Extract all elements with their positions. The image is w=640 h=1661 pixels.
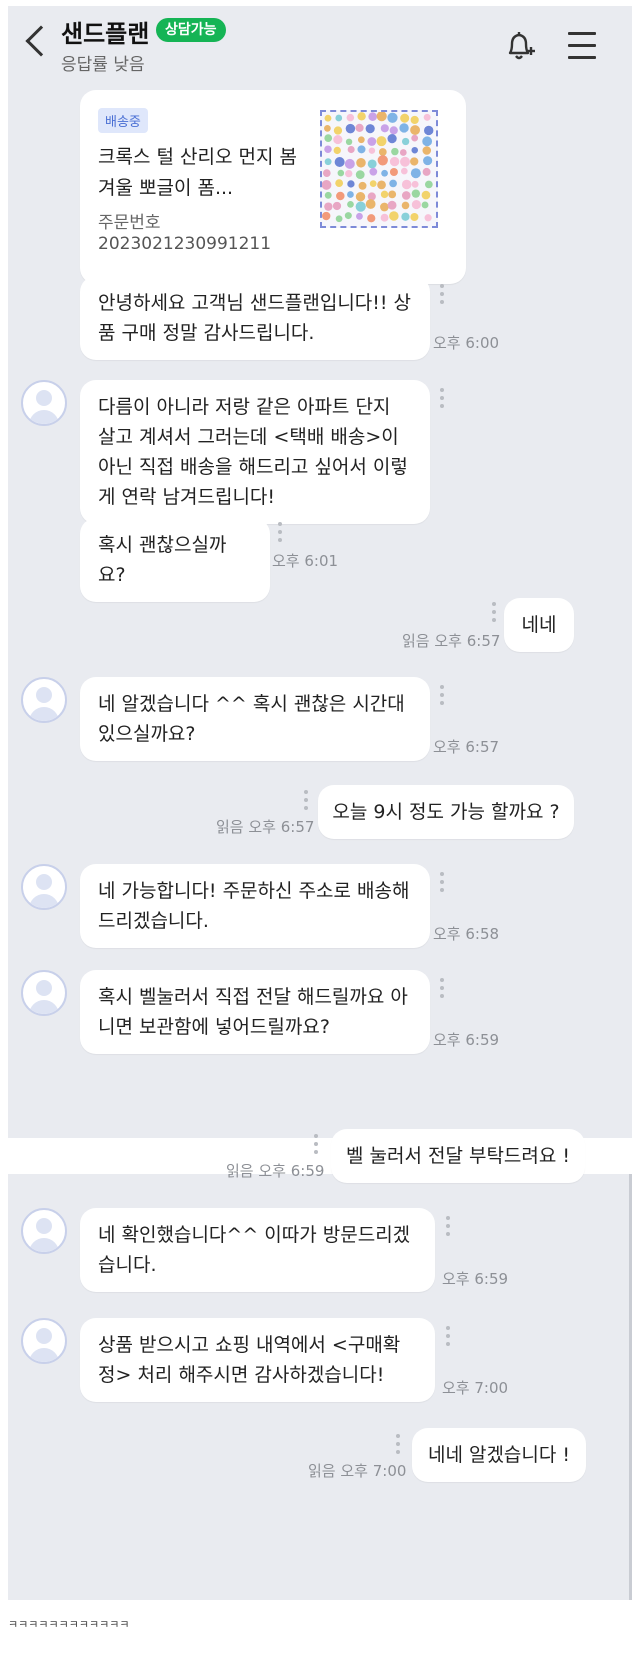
message-bubble: 상품 받으시고 쇼핑 내역에서 <구매확정> 처리 해주시면 감사하겠습니다! (80, 1318, 435, 1402)
message-time: 읽음 오후 6:59 (226, 1162, 325, 1180)
message-bubble: 벨 눌러서 전달 부탁드려요 ! (331, 1129, 585, 1183)
more-options-icon[interactable] (446, 1326, 450, 1350)
seller-name: 샌드플랜 (61, 20, 150, 48)
response-rate: 응답률 낮음 (61, 55, 145, 75)
avatar[interactable] (21, 1208, 67, 1254)
avatar[interactable] (21, 1318, 67, 1364)
order-number: 2023021230991211 (98, 234, 272, 254)
more-options-icon[interactable] (304, 790, 308, 814)
more-options-icon[interactable] (440, 685, 444, 709)
more-options-icon[interactable] (314, 1134, 318, 1158)
message-bubble: 혹시 벨눌러서 직접 전달 해드릴까요 아니면 보관함에 넣어드릴까요? (80, 970, 430, 1054)
caption-text: ㅋㅋㅋㅋㅋㅋㅋㅋㅋㅋㅋㅋ (8, 1618, 130, 1631)
product-order-card[interactable]: 배송중 크록스 털 산리오 먼지 봄 겨울 뽀글이 폼... 주문번호 2023… (80, 90, 466, 284)
product-thumbnail (320, 110, 438, 228)
message-bubble: 네 가능합니다! 주문하신 주소로 배송해드리겠습니다. (80, 864, 430, 948)
more-options-icon[interactable] (446, 1216, 450, 1240)
chat-screen-top: 샌드플랜 상담가능 응답률 낮음 배송중 크록스 털 산리오 먼지 봄 겨울 뽀… (8, 6, 632, 1138)
more-options-icon[interactable] (440, 388, 444, 412)
message-time: 오후 6:00 (433, 334, 500, 352)
message-bubble: 네 확인했습니다^^ 이따가 방문드리겠습니다. (80, 1208, 435, 1292)
message-bubble: 혹시 괜찮으실까요? (80, 518, 270, 602)
more-options-icon[interactable] (440, 284, 444, 308)
avatar[interactable] (21, 677, 67, 723)
message-time: 읽음 오후 7:00 (308, 1462, 407, 1480)
menu-icon[interactable] (568, 32, 596, 60)
consult-available-badge: 상담가능 (156, 18, 226, 42)
more-options-icon[interactable] (492, 602, 496, 626)
bell-plus-icon[interactable] (504, 30, 536, 64)
message-time: 오후 6:01 (272, 552, 339, 570)
message-bubble: 오늘 9시 정도 가능 할까요 ? (318, 785, 574, 839)
more-options-icon[interactable] (278, 522, 282, 546)
message-time: 오후 6:59 (442, 1270, 509, 1288)
avatar[interactable] (21, 380, 67, 426)
message-bubble: 네 알겠습니다 ^^ 혹시 괜찮은 시간대 있으실까요? (80, 677, 430, 761)
avatar[interactable] (21, 970, 67, 1016)
delivery-status-badge: 배송중 (98, 108, 148, 133)
message-time: 오후 6:59 (433, 1031, 500, 1049)
back-icon[interactable] (25, 25, 57, 57)
message-bubble: 네네 알겠습니다 ! (412, 1428, 586, 1482)
message-bubble: 다름이 아니라 저랑 같은 아파트 단지 살고 계셔서 그러는데 <택배 배송>… (80, 380, 430, 524)
product-name: 크록스 털 산리오 먼지 봄 겨울 뽀글이 폼... (98, 146, 297, 199)
avatar[interactable] (21, 864, 67, 910)
message-bubble: 네네 (504, 598, 574, 652)
message-time: 오후 6:58 (433, 925, 500, 943)
more-options-icon[interactable] (440, 872, 444, 896)
message-time: 오후 6:57 (433, 738, 500, 756)
order-number-label: 주문번호 (98, 213, 161, 233)
message-time: 오후 7:00 (442, 1379, 509, 1397)
message-bubble: 안녕하세요 고객님 샌드플랜입니다!! 상품 구매 정말 감사드립니다. (80, 276, 430, 360)
message-time: 읽음 오후 6:57 (402, 632, 501, 650)
more-options-icon[interactable] (440, 978, 444, 1002)
more-options-icon[interactable] (396, 1434, 400, 1458)
message-time: 읽음 오후 6:57 (216, 818, 315, 836)
